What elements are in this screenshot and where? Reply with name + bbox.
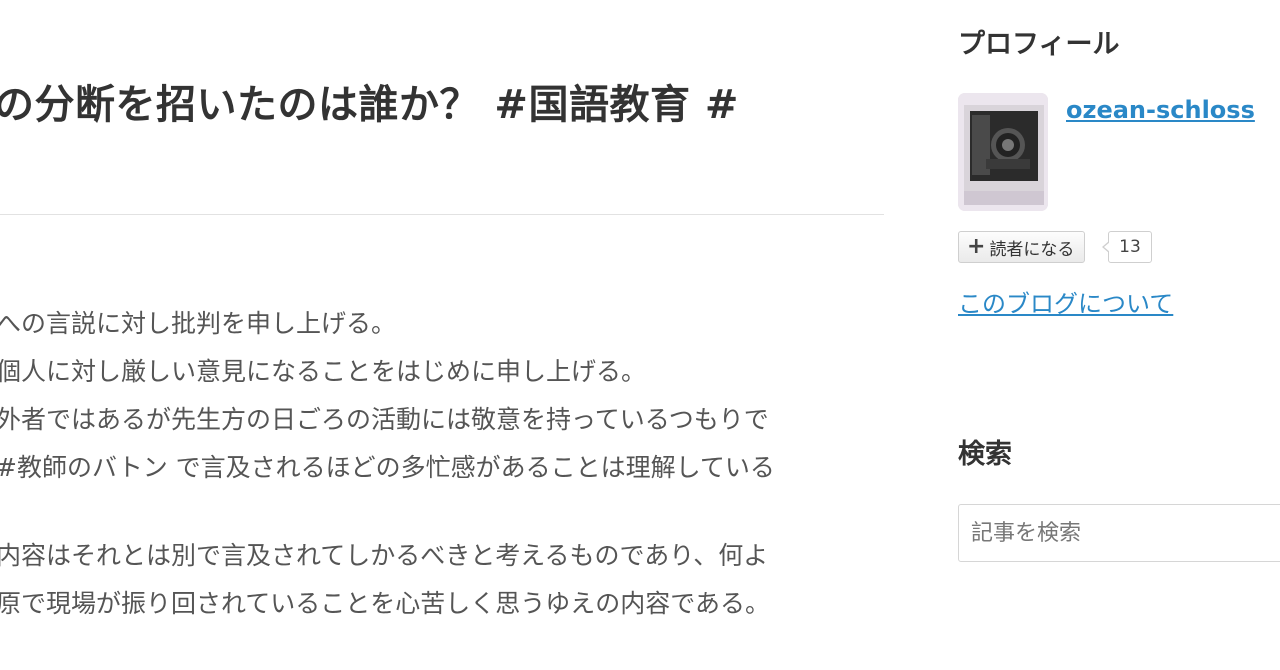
- avatar-image: [958, 93, 1048, 211]
- profile-heading: プロフィール: [958, 29, 1120, 60]
- text-line: への言説に対し批判を申し上げる。: [0, 309, 397, 338]
- text-line: 原で現場が振り回されていることを心苦しく思うゆえの内容である。: [0, 589, 771, 618]
- subscribe-label: 読者になる: [989, 239, 1075, 260]
- search-input[interactable]: [958, 504, 1280, 562]
- article-title: の分断を招いたのは誰か？ #国語教育 #: [0, 82, 739, 128]
- avatar[interactable]: [958, 93, 1048, 211]
- paragraph: 内容はそれとは別で言及されてしかるべきと考えるものであり、何よ 原で現場が振り回…: [0, 532, 876, 628]
- subscriber-count-badge: 13: [1102, 231, 1152, 263]
- profile-username-link[interactable]: ozean-schloss: [1066, 96, 1255, 124]
- article-body: への言説に対し批判を申し上げる。 個人に対し厳しい意見になることをはじめに申し上…: [0, 300, 876, 668]
- paragraph: への言説に対し批判を申し上げる。 個人に対し厳しい意見になることをはじめに申し上…: [0, 300, 876, 492]
- plus-icon: +: [967, 234, 986, 259]
- search-heading: 検索: [958, 439, 1012, 470]
- text-line: 外者ではあるが先生方の日ごろの活動には敬意を持っているつもりで: [0, 405, 769, 434]
- text-line: 個人に対し厳しい意見になることをはじめに申し上げる。: [0, 357, 647, 386]
- about-blog-link[interactable]: このブログについて: [958, 284, 1173, 319]
- title-divider: [0, 214, 884, 215]
- text-line: 内容はそれとは別で言及されてしかるべきと考えるものであり、何よ: [0, 541, 769, 570]
- text-line: #教師のバトン で言及されるほどの多忙感があることは理解している: [0, 453, 775, 482]
- subscribe-button[interactable]: + 読者になる: [958, 231, 1086, 263]
